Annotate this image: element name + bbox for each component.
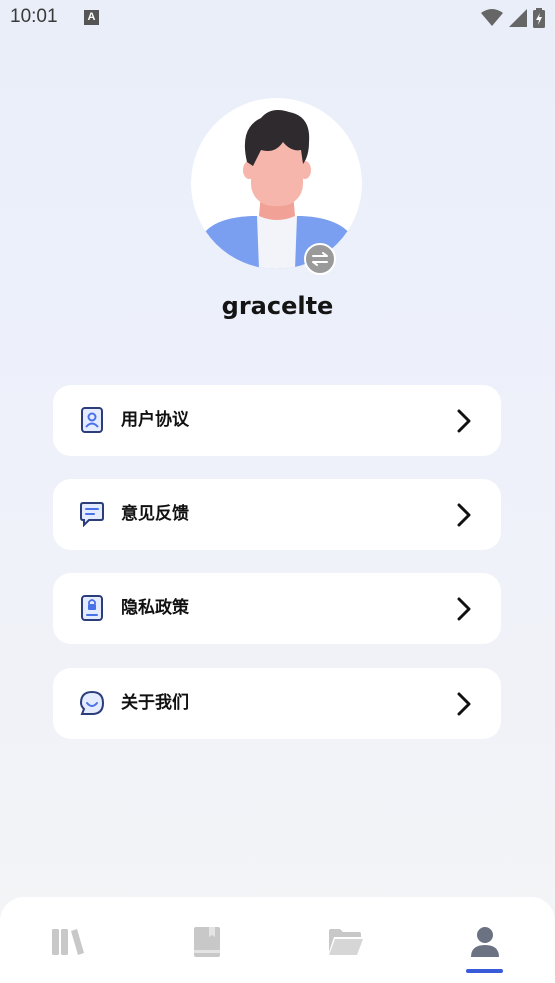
chevron-right-icon bbox=[457, 692, 471, 716]
swap-account-button[interactable] bbox=[304, 243, 336, 275]
swap-arrows-icon bbox=[312, 252, 328, 266]
signal-icon bbox=[509, 9, 527, 27]
avatar[interactable] bbox=[191, 98, 362, 269]
menu-item-feedback[interactable]: 意见反馈 bbox=[53, 479, 501, 550]
chevron-right-icon bbox=[457, 503, 471, 527]
status-icons bbox=[481, 8, 545, 28]
book-icon bbox=[194, 927, 220, 957]
privacy-lock-icon bbox=[81, 595, 103, 621]
chevron-right-icon bbox=[457, 597, 471, 621]
status-time: 10:01 bbox=[10, 6, 58, 27]
menu-item-privacy-policy[interactable]: 隐私政策 bbox=[53, 573, 501, 644]
username: gracelte bbox=[221, 292, 334, 320]
user-agreement-icon bbox=[81, 407, 103, 433]
tab-book[interactable] bbox=[187, 922, 227, 962]
menu-item-about-us[interactable]: 关于我们 bbox=[53, 668, 501, 739]
profile-icon bbox=[471, 927, 499, 957]
menu-label: 用户协议 bbox=[121, 410, 189, 430]
wifi-icon bbox=[481, 9, 503, 26]
feedback-message-icon bbox=[80, 502, 104, 527]
avatar-container[interactable] bbox=[191, 98, 362, 275]
tab-profile[interactable] bbox=[465, 922, 505, 962]
menu-label: 意见反馈 bbox=[121, 504, 189, 524]
tab-folder[interactable] bbox=[326, 922, 366, 962]
menu-label: 关于我们 bbox=[121, 693, 189, 713]
folder-icon bbox=[329, 929, 363, 955]
tab-library[interactable] bbox=[48, 922, 88, 962]
status-bar: 10:01 A bbox=[0, 0, 555, 40]
bottom-tab-bar bbox=[0, 897, 555, 983]
active-tab-indicator bbox=[466, 969, 503, 973]
menu-item-user-agreement[interactable]: 用户协议 bbox=[53, 385, 501, 456]
chevron-right-icon bbox=[457, 409, 471, 433]
menu-label: 隐私政策 bbox=[121, 598, 189, 618]
user-avatar-illustration bbox=[191, 110, 362, 269]
notification-a-icon: A bbox=[84, 10, 99, 25]
about-chat-icon bbox=[79, 690, 105, 715]
library-icon bbox=[52, 929, 84, 955]
battery-icon bbox=[533, 8, 545, 28]
